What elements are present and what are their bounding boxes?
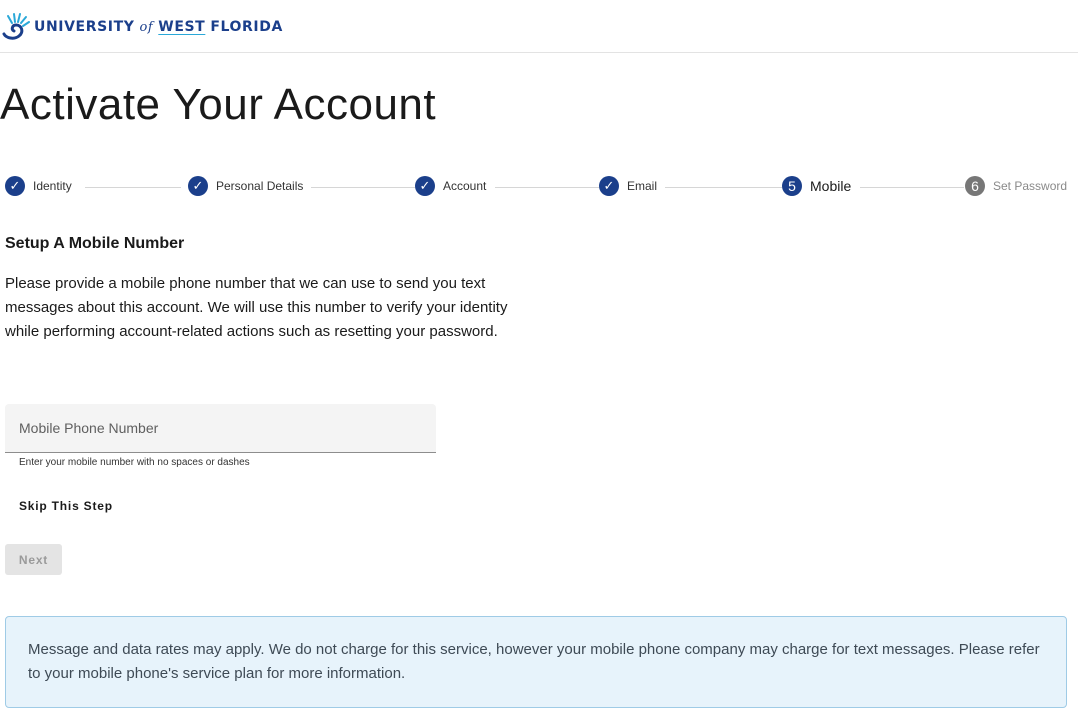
step-label: Email [627,179,658,193]
step-account: ✓ Account [415,176,495,196]
check-icon: ✓ [5,176,25,196]
step-mobile: 5 Mobile [782,176,860,196]
logo-word-of: of [139,20,154,35]
logo-word-west: WEST [158,19,206,35]
step-number: 5 [782,176,802,196]
skip-step-button[interactable]: Skip This Step [19,499,113,513]
step-email: ✓ Email [599,176,666,196]
step-label: Mobile [810,178,852,194]
university-logo[interactable]: UNIVERSITY of WEST FLORIDA [0,10,283,44]
step-personal-details: ✓ Personal Details [188,176,312,196]
step-number: 6 [965,176,985,196]
step-identity: ✓ Identity [5,176,80,196]
page-title: Activate Your Account [0,80,437,129]
info-notice: Message and data rates may apply. We do … [5,616,1067,708]
logo-word-florida: FLORIDA [210,19,283,35]
step-connector [85,187,181,188]
check-icon: ✓ [599,176,619,196]
mobile-phone-field[interactable] [5,404,436,453]
progress-stepper: ✓ Identity ✓ Personal Details ✓ Account … [5,176,1076,198]
check-icon: ✓ [188,176,208,196]
next-button[interactable]: Next [5,544,62,575]
step-label: Identity [33,179,72,193]
step-connector [665,187,782,188]
step-label: Personal Details [216,179,304,193]
check-icon: ✓ [415,176,435,196]
info-text: Message and data rates may apply. We do … [28,641,1040,682]
step-connector [311,187,415,188]
step-set-password: 6 Set Password [965,176,1076,196]
section-title: Setup A Mobile Number [5,235,185,252]
step-connector [860,187,964,188]
uwf-emblem-icon [2,13,30,40]
university-wordmark: UNIVERSITY of WEST FLORIDA [34,19,283,35]
mobile-phone-input[interactable] [5,404,436,452]
step-label: Account [443,179,487,193]
logo-word-university: UNIVERSITY [34,19,135,35]
site-header: UNIVERSITY of WEST FLORIDA [0,0,1078,53]
field-hint: Enter your mobile number with no spaces … [19,457,250,468]
step-label: Set Password [993,179,1068,193]
step-connector [495,187,599,188]
section-description: Please provide a mobile phone number tha… [5,275,508,340]
